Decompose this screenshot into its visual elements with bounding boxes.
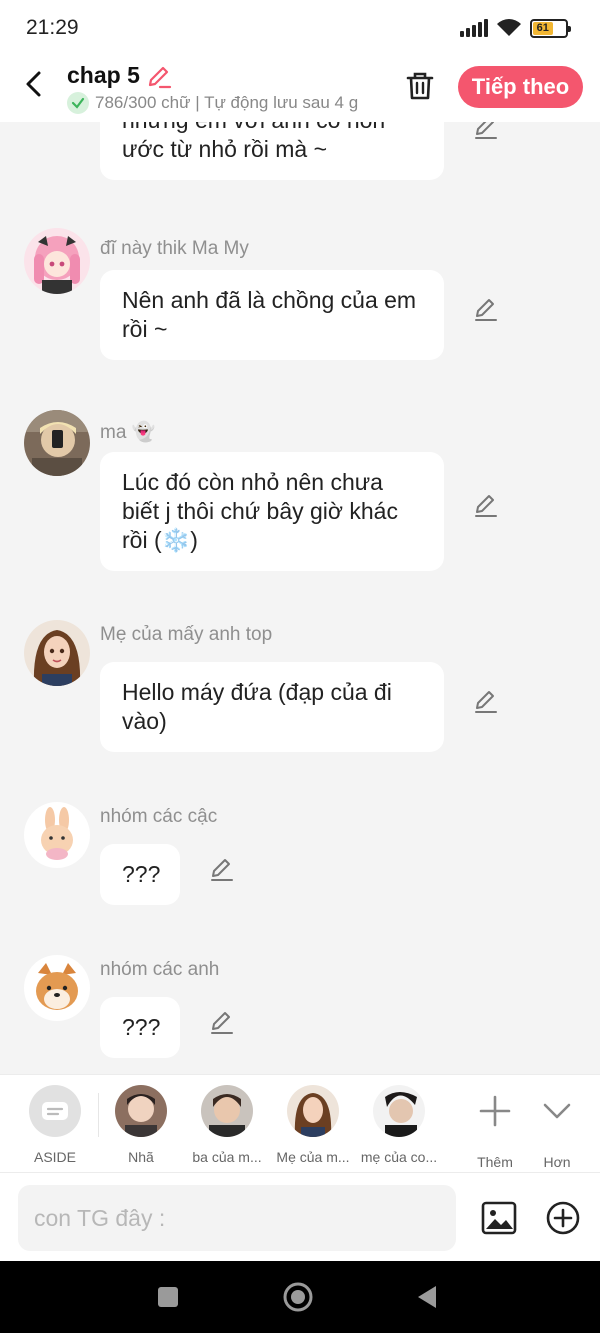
message-bubble[interactable]: ??? [100,997,180,1058]
image-icon[interactable] [481,1200,517,1236]
character-label: mẹ của co... [360,1149,438,1165]
character-label: Mẹ của m... [276,1149,350,1165]
battery-icon: 61 [530,18,571,38]
message-text: Nên anh đã là chồng của em rồi ~ [122,287,417,342]
input-bar [0,1172,600,1261]
signal-icon [460,19,488,37]
character-bar: ASIDE Nhã ba của m... Mẹ của m... mẹ của… [0,1074,600,1172]
boy-avatar [115,1085,167,1137]
home-icon[interactable] [282,1281,314,1313]
sender-name: ma 👻 [100,422,156,443]
word-count-autosave: 786/300 chữ | Tự động lưu sau 4 g [95,93,359,112]
recent-apps-icon[interactable] [152,1281,184,1313]
title-row[interactable]: chap 5 [67,62,172,89]
trash-icon[interactable] [404,70,436,102]
avatar[interactable] [24,802,90,868]
edit-message-icon[interactable] [209,856,235,882]
character-chip[interactable]: mẹ của co... [356,1085,442,1165]
character-chip[interactable]: ba của m... [184,1085,270,1165]
message-text: Hello máy đứa (đạp của đi vào) [122,679,392,734]
avatar[interactable] [24,620,90,686]
editor-header: chap 5 786/300 chữ | Tự động lưu sau 4 g… [0,56,600,122]
chat-area[interactable]: nhưng em với anh có hôn ước từ nhỏ rồi m… [0,122,600,1074]
status-icons: 61 [460,16,571,40]
sender-name: đĩ này thik Ma My [100,238,249,259]
chapter-title[interactable]: chap 5 [67,62,140,89]
sender-name: nhóm các cậc [100,806,218,827]
message-text: ??? [122,1014,161,1040]
character-label: ba của m... [192,1149,262,1165]
back-icon[interactable] [412,1281,444,1313]
save-status: 786/300 chữ | Tự động lưu sau 4 g [67,92,358,114]
back-arrow-icon[interactable] [18,68,50,100]
dark-hair-avatar [373,1085,425,1137]
expand-label: Hơn [543,1154,571,1170]
status-time: 21:29 [26,16,79,39]
character-chip-aside[interactable]: ASIDE [12,1085,98,1165]
character-label: Nhã [128,1149,154,1165]
message-input[interactable] [18,1185,456,1251]
character-chip[interactable]: Mẹ của m... [270,1085,356,1165]
woman-avatar [287,1085,339,1137]
message-bubble[interactable]: Hello máy đứa (đạp của đi vào) [100,662,444,752]
system-nav-bar [0,1261,600,1333]
message-bubble[interactable]: ??? [100,844,180,905]
character-label: ASIDE [33,1149,76,1165]
edit-message-icon[interactable] [473,688,499,714]
edit-message-icon[interactable] [473,492,499,518]
message-text: Lúc đó còn nhỏ nên chưa biết j thôi chứ … [122,469,398,553]
avatar[interactable] [24,955,90,1021]
add-circle-icon[interactable] [545,1200,581,1236]
message-bubble[interactable]: Lúc đó còn nhỏ nên chưa biết j thôi chứ … [100,452,444,571]
expand-button[interactable]: Hơn [514,1085,600,1170]
avatar[interactable] [24,228,90,294]
battery-level: 61 [533,21,553,35]
message-bubble[interactable]: Nên anh đã là chồng của em rồi ~ [100,270,444,360]
message-text: ??? [122,861,161,887]
aside-icon [29,1085,81,1137]
check-icon [67,92,89,114]
status-bar: 21:29 61 [0,0,600,56]
man-avatar [201,1085,253,1137]
character-chip[interactable]: Nhã [98,1085,184,1165]
wifi-icon [497,19,521,36]
next-button[interactable]: Tiếp theo [458,66,583,108]
edit-title-icon[interactable] [146,63,172,89]
sender-name: Mẹ của mấy anh top [100,624,273,645]
message-text: nhưng em với anh có hôn ước từ nhỏ rồi m… [122,122,385,162]
edit-message-icon[interactable] [473,296,499,322]
edit-message-icon[interactable] [209,1009,235,1035]
edit-message-icon[interactable] [473,122,499,140]
sender-name: nhóm các anh [100,959,220,980]
message-bubble[interactable]: nhưng em với anh có hôn ước từ nhỏ rồi m… [100,122,444,180]
chevron-down-icon [543,1103,571,1119]
avatar[interactable] [24,410,90,476]
